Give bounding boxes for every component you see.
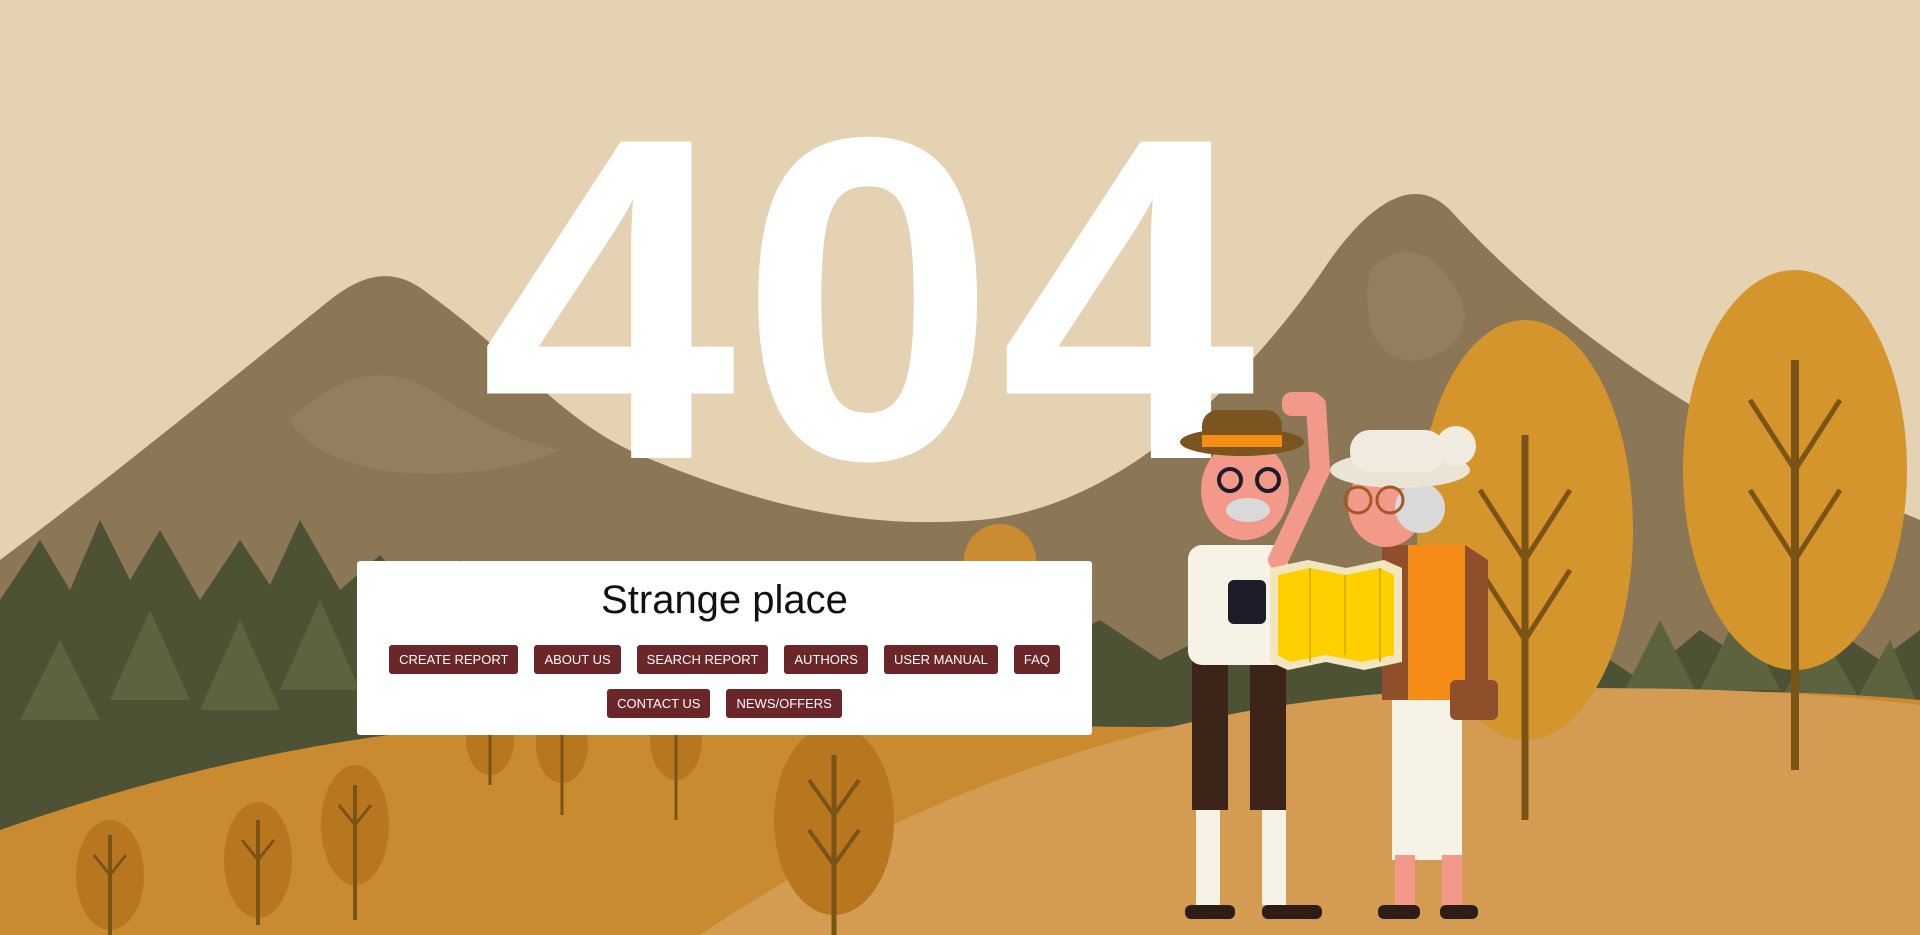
create-report-button[interactable]: CREATE REPORT [389,645,519,674]
nav-row-2: CONTACT US NEWS/OFFERS [357,689,1092,718]
authors-button[interactable]: AUTHORS [784,645,868,674]
user-manual-button[interactable]: USER MANUAL [883,645,998,674]
error-card: Strange place CREATE REPORT ABOUT US SEA… [357,561,1092,735]
about-us-button[interactable]: ABOUT US [534,645,621,674]
search-report-button[interactable]: SEARCH REPORT [636,645,769,674]
nav-row-1: CREATE REPORT ABOUT US SEARCH REPORT AUT… [357,645,1092,674]
page-title: Strange place [601,578,848,622]
error-code: 404 [480,43,1260,556]
news-offers-button[interactable]: NEWS/OFFERS [726,689,842,718]
contact-us-button[interactable]: CONTACT US [607,689,711,718]
faq-button[interactable]: FAQ [1013,645,1060,674]
